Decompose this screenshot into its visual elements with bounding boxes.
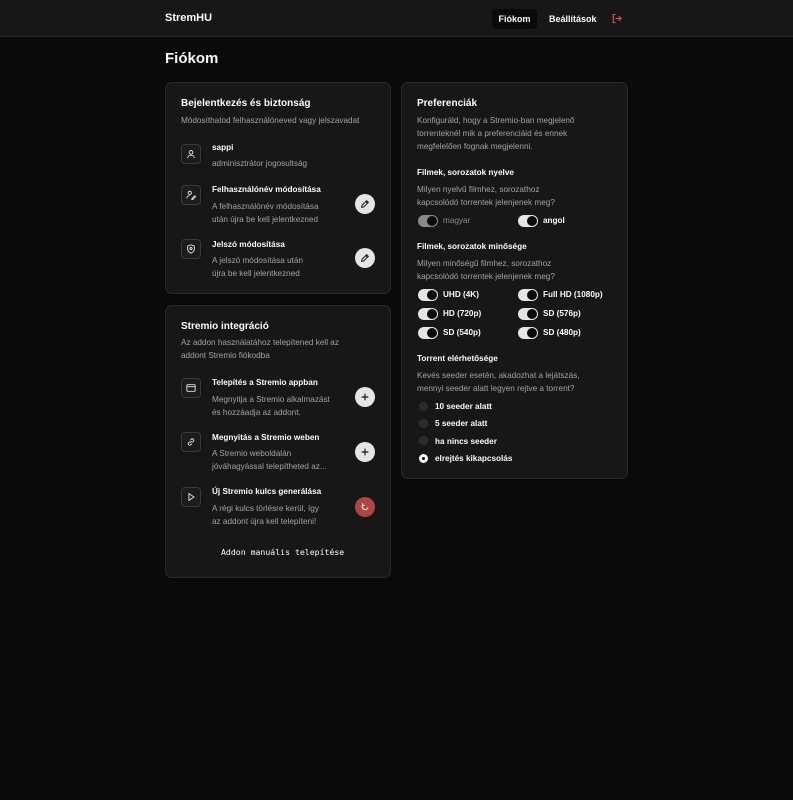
pencil-icon — [361, 199, 370, 208]
page-title: Fiókom — [165, 50, 219, 67]
quality-toggle-uhd[interactable] — [418, 289, 438, 301]
logout-icon[interactable] — [611, 13, 622, 24]
stremio-card: Stremio integráció Az addon használatáho… — [165, 305, 391, 578]
availability-section-title: Torrent elérhetősége — [417, 354, 498, 363]
availability-section-desc-2: mennyi seeder alatt legyen rejtve a torr… — [417, 384, 575, 393]
preferences-desc-1: Konfiguráld, hogy a Stremio-ban megjelen… — [417, 116, 575, 125]
quality-toggle-sd540[interactable] — [418, 327, 438, 339]
quality-label-fullhd: Full HD (1080p) — [543, 290, 603, 299]
quality-section-desc-1: Milyen minőségű filmhez, sorozathoz — [417, 259, 552, 268]
manual-install-link[interactable]: Addon manuális telepítése — [221, 547, 344, 557]
open-web-desc-2: jóváhagyással telepítheted az... — [212, 462, 327, 471]
quality-toggle-sd480[interactable] — [518, 327, 538, 339]
new-key-desc-1: A régi kulcs törlésre kerül, így — [212, 504, 319, 513]
language-section-desc-1: Milyen nyelvű filmhez, sorozathoz — [417, 185, 540, 194]
quality-label-hd: HD (720p) — [443, 309, 482, 318]
stremio-card-subtitle-1: Az addon használatához telepítened kell … — [181, 338, 339, 347]
availability-radio-5[interactable] — [419, 419, 428, 428]
username-change-desc-2: után újra be kell jelentkezned — [212, 215, 319, 224]
security-card-title: Bejelentkezés és biztonság — [181, 98, 311, 109]
preferences-desc-2: torrenteknél mik a preferenciáid és enne… — [417, 129, 568, 138]
browser-window-icon — [181, 378, 201, 398]
user-edit-icon — [181, 185, 201, 205]
stremio-card-subtitle-2: addont Stremio fiókodba — [181, 351, 270, 360]
nav-account-tab[interactable]: Fiókom — [492, 9, 537, 29]
availability-label-off: elrejtés kikapcsolás — [435, 454, 513, 463]
quality-label-sd480: SD (480p) — [543, 328, 581, 337]
user-role: adminisztrátor jogosultság — [212, 159, 308, 168]
quality-label-uhd: UHD (4K) — [443, 290, 479, 299]
language-toggle-magyar[interactable] — [418, 215, 438, 227]
regenerate-key-button[interactable] — [355, 497, 375, 517]
quality-section-title: Filmek, sorozatok minősége — [417, 242, 527, 251]
edit-username-button[interactable] — [355, 194, 375, 214]
link-icon — [181, 432, 201, 452]
preferences-title: Preferenciák — [417, 98, 478, 109]
user-icon — [181, 144, 201, 164]
language-toggle-angol[interactable] — [518, 215, 538, 227]
preferences-card: Preferenciák Konfiguráld, hogy a Stremio… — [401, 82, 628, 479]
install-app-desc-2: és hozzáadja az addont. — [212, 408, 301, 417]
availability-label-none: ha nincs seeder — [435, 437, 497, 446]
availability-radio-none[interactable] — [419, 436, 428, 445]
language-label-magyar: magyar — [443, 216, 471, 225]
open-web-button[interactable] — [355, 442, 375, 462]
username-change-title: Felhasználónév módosítása — [212, 185, 321, 194]
play-icon — [181, 487, 201, 507]
availability-label-5: 5 seeder alatt — [435, 419, 488, 428]
refresh-icon — [361, 503, 369, 511]
user-name: sappi — [212, 143, 234, 152]
password-change-desc-2: újra be kell jelentkezned — [212, 269, 300, 278]
availability-radio-off[interactable] — [419, 454, 428, 463]
plus-icon — [361, 448, 369, 456]
availability-radio-10[interactable] — [419, 402, 428, 411]
password-change-desc-1: A jelszó módosítása után — [212, 256, 304, 265]
language-section-desc-2: kapcsolódó torrentek jelenjenek meg? — [417, 198, 555, 207]
quality-toggle-sd576[interactable] — [518, 308, 538, 320]
install-app-title: Telepítés a Stremio appban — [212, 378, 318, 387]
nav-settings-tab[interactable]: Beállítások — [549, 14, 597, 24]
preferences-desc-3: megfelelően fognak megjelenni. — [417, 142, 533, 151]
open-web-desc-1: A Stremio weboldalán — [212, 449, 292, 458]
new-key-desc-2: az addont újra kell telepíteni! — [212, 517, 317, 526]
stremio-card-title: Stremio integráció — [181, 321, 269, 332]
install-app-desc-1: Megnyitja a Stremio alkalmazást — [212, 395, 330, 404]
quality-toggle-fullhd[interactable] — [518, 289, 538, 301]
security-card-subtitle: Módosíthatod felhasználóneved vagy jelsz… — [181, 116, 360, 125]
new-key-title: Új Stremio kulcs generálása — [212, 487, 322, 496]
language-label-angol: angol — [543, 216, 565, 225]
shield-icon — [181, 239, 201, 259]
quality-toggle-hd[interactable] — [418, 308, 438, 320]
availability-label-10: 10 seeder alatt — [435, 402, 492, 411]
quality-label-sd576: SD (576p) — [543, 309, 581, 318]
top-navbar: StremHU Fiókom Beállítások — [0, 0, 793, 37]
quality-section-desc-2: kapcsolódó torrentek jelenjenek meg? — [417, 272, 555, 281]
availability-section-desc-1: Kevés seeder esetén, akadozhat a lejátsz… — [417, 371, 580, 380]
language-section-title: Filmek, sorozatok nyelve — [417, 168, 514, 177]
open-web-title: Megnyitás a Stremio weben — [212, 433, 320, 442]
password-change-title: Jelszó módosítása — [212, 240, 285, 249]
quality-label-sd540: SD (540p) — [443, 328, 481, 337]
username-change-desc-1: A felhasználónév módosítása — [212, 202, 319, 211]
plus-icon — [361, 393, 369, 401]
pencil-icon — [361, 253, 370, 262]
brand-logo[interactable]: StremHU — [165, 12, 212, 24]
security-card: Bejelentkezés és biztonság Módosíthatod … — [165, 82, 391, 294]
install-app-button[interactable] — [355, 387, 375, 407]
edit-password-button[interactable] — [355, 248, 375, 268]
